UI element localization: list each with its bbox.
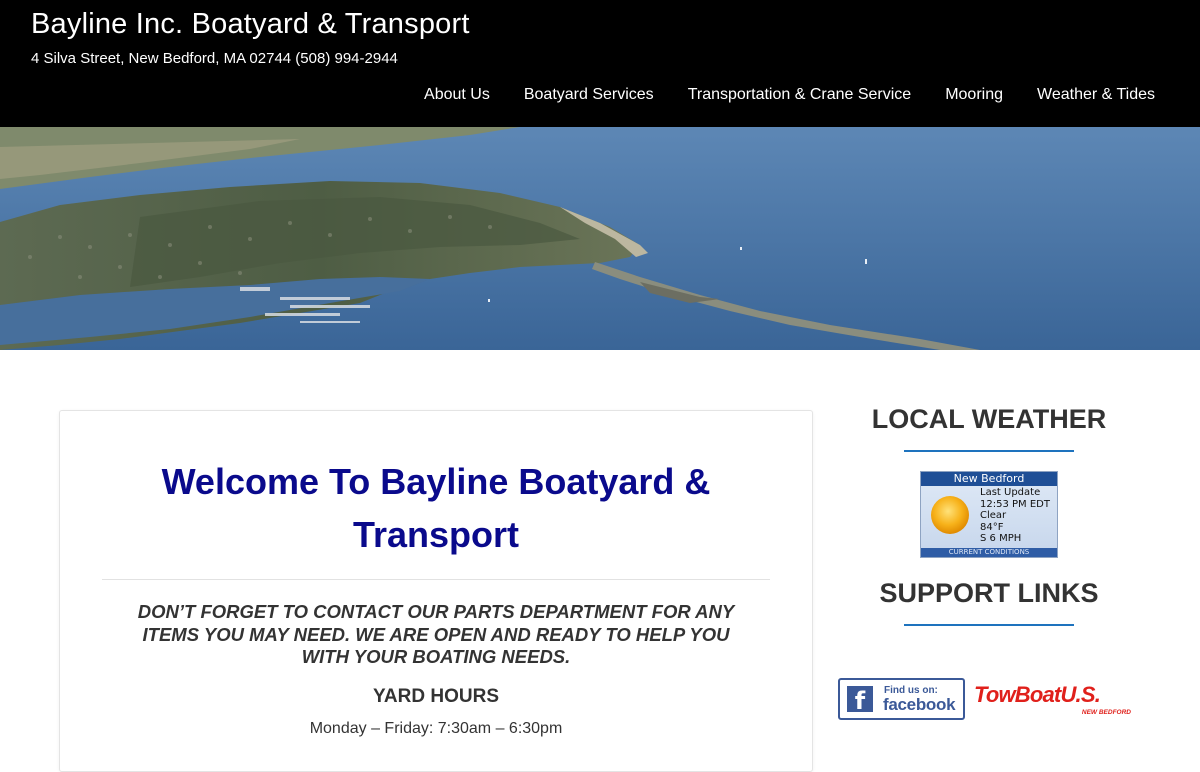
yard-hours-heading: YARD HOURS [373, 686, 499, 707]
weather-details: Last Update 12:53 PM EDT Clear 84°F S 6 … [980, 487, 1050, 545]
parts-notice: DON’T FORGET TO CONTACT OUR PARTS DEPART… [106, 601, 766, 669]
weather-time: 12:53 PM EDT [980, 498, 1050, 510]
nav-item-weather-tides[interactable]: Weather & Tides [1037, 86, 1155, 106]
welcome-heading-line1: Welcome To Bayline Boatyard & [161, 461, 711, 502]
nav-item-about-us[interactable]: About Us [424, 86, 490, 106]
support-links-heading: SUPPORT LINKS [879, 578, 1099, 608]
towboat-us-logo: TowBoatU.S. [974, 682, 1101, 707]
site-title[interactable]: Bayline Inc. Boatyard & Transport [31, 8, 470, 41]
welcome-heading-line2: Transport [352, 514, 520, 555]
weather-location: New Bedford [921, 472, 1057, 486]
divider [102, 579, 770, 580]
hero-image [0, 127, 1200, 350]
sun-icon [931, 496, 969, 534]
facebook-wordmark: facebook [883, 695, 956, 714]
parts-notice-line3: WITH YOUR BOATING NEEDS. [301, 646, 571, 667]
support-links-rule [904, 624, 1074, 626]
parts-notice-line1: DON’T FORGET TO CONTACT OUR PARTS DEPART… [137, 601, 735, 622]
yard-hours-weekday: Monday – Friday: 7:30am – 6:30pm [309, 720, 563, 737]
welcome-heading: Welcome To Bayline Boatyard & Transport [60, 455, 812, 561]
weather-wind: S 6 MPH [980, 533, 1022, 544]
aerial-harbor-photo [0, 127, 1200, 350]
weather-update-label: Last Update [980, 487, 1041, 498]
weather-widget[interactable]: New Bedford Last Update 12:53 PM EDT Cle… [920, 471, 1058, 558]
nav-item-mooring[interactable]: Mooring [945, 86, 1003, 106]
site-header: Bayline Inc. Boatyard & Transport 4 Silv… [0, 0, 1200, 127]
parts-notice-line2: ITEMS YOU MAY NEED. WE ARE OPEN AND READ… [142, 623, 730, 645]
weather-footer: CURRENT CONDITIONS [921, 548, 1057, 557]
towboat-us-location: NEW BEDFORD [1081, 709, 1131, 716]
weather-temperature: 84°F [980, 521, 1004, 533]
nav-item-transportation-crane-service[interactable]: Transportation & Crane Service [688, 86, 912, 106]
local-weather-rule [904, 450, 1074, 452]
towboat-us-link[interactable]: TowBoatU.S. NEW BEDFORD [972, 680, 1137, 720]
welcome-card: Welcome To Bayline Boatyard & Transport … [59, 410, 813, 772]
weather-condition: Clear [980, 510, 1007, 521]
nav-item-boatyard-services[interactable]: Boatyard Services [524, 86, 654, 106]
facebook-link[interactable]: f Find us on: facebook [838, 678, 965, 720]
local-weather-heading: LOCAL WEATHER [871, 404, 1107, 434]
site-tagline: 4 Silva Street, New Bedford, MA 02744 (5… [31, 50, 398, 67]
main-nav: About Us Boatyard Services Transportatio… [390, 86, 1155, 106]
facebook-f-icon: f [847, 686, 873, 715]
